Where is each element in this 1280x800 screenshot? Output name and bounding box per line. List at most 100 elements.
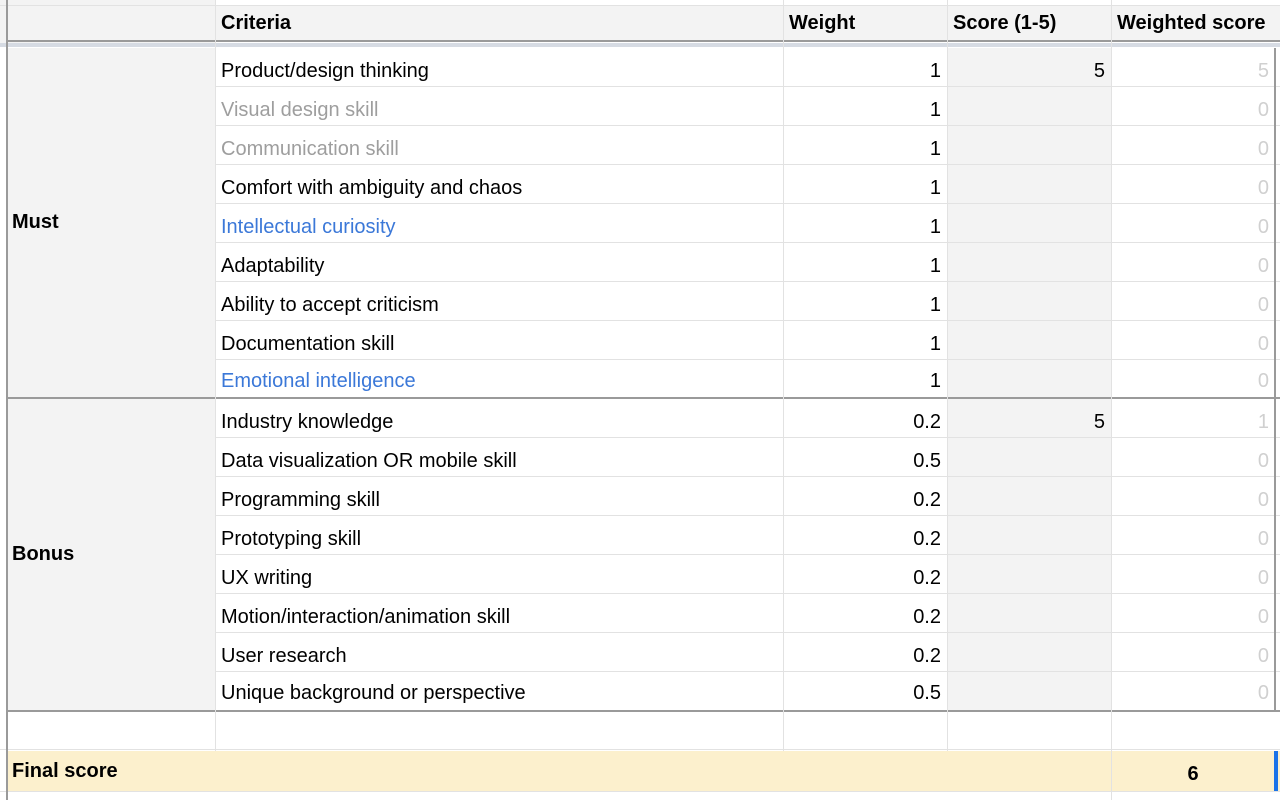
spreadsheet-grid: Criteria Weight Score (1-5) Weighted sco… <box>0 0 1280 800</box>
weight-cell[interactable]: 1 <box>783 91 947 129</box>
weight-cell[interactable]: 1 <box>783 52 947 90</box>
header-score[interactable]: Score (1-5) <box>947 6 1111 41</box>
row-gridline <box>215 437 1280 438</box>
row-gridline <box>0 749 1280 750</box>
weighted-score-cell[interactable]: 0 <box>1111 130 1275 168</box>
weight-cell[interactable]: 1 <box>783 325 947 363</box>
criteria-cell[interactable]: Visual design skill <box>215 91 783 129</box>
row-gridline <box>215 593 1280 594</box>
criteria-cell[interactable]: Emotional intelligence <box>215 362 783 400</box>
score-cell[interactable] <box>947 674 1111 712</box>
criteria-cell[interactable]: Communication skill <box>215 130 783 168</box>
score-cell[interactable] <box>947 559 1111 597</box>
row-gridline <box>215 242 1280 243</box>
column-gridline <box>1111 0 1112 800</box>
weighted-score-cell[interactable]: 5 <box>1111 52 1275 90</box>
criteria-cell[interactable]: Industry knowledge <box>215 403 783 441</box>
criteria-cell[interactable]: Programming skill <box>215 481 783 519</box>
weighted-score-cell[interactable]: 0 <box>1111 481 1275 519</box>
weight-cell[interactable]: 1 <box>783 286 947 324</box>
weight-cell[interactable]: 0.2 <box>783 481 947 519</box>
weighted-score-cell[interactable]: 0 <box>1111 442 1275 480</box>
row-gridline <box>215 320 1280 321</box>
row-gridline <box>0 5 1280 6</box>
row-gridline <box>215 632 1280 633</box>
weight-cell[interactable]: 1 <box>783 130 947 168</box>
score-cell[interactable] <box>947 598 1111 636</box>
score-cell[interactable] <box>947 325 1111 363</box>
weighted-score-cell[interactable]: 0 <box>1111 169 1275 207</box>
score-cell[interactable]: 5 <box>947 52 1111 90</box>
weight-cell[interactable]: 0.2 <box>783 559 947 597</box>
weighted-score-cell[interactable]: 0 <box>1111 208 1275 246</box>
column-gridline <box>215 0 216 751</box>
weight-cell[interactable]: 0.2 <box>783 520 947 558</box>
score-cell[interactable] <box>947 91 1111 129</box>
weighted-score-cell[interactable]: 0 <box>1111 520 1275 558</box>
header-corner-cell[interactable] <box>0 0 215 43</box>
score-cell[interactable] <box>947 208 1111 246</box>
weight-cell[interactable]: 1 <box>783 362 947 400</box>
criteria-cell[interactable]: Ability to accept criticism <box>215 286 783 324</box>
score-cell[interactable] <box>947 481 1111 519</box>
score-cell[interactable] <box>947 362 1111 400</box>
criteria-cell[interactable]: Documentation skill <box>215 325 783 363</box>
score-cell[interactable] <box>947 520 1111 558</box>
column-gridline <box>783 0 784 751</box>
row-gridline <box>215 554 1280 555</box>
header-criteria[interactable]: Criteria <box>215 6 783 41</box>
criteria-cell[interactable]: Intellectual curiosity <box>215 208 783 246</box>
score-cell[interactable] <box>947 637 1111 675</box>
weight-cell[interactable]: 1 <box>783 208 947 246</box>
weighted-score-cell[interactable]: 1 <box>1111 403 1275 441</box>
column-gridline <box>947 0 948 751</box>
weighted-score-cell[interactable]: 0 <box>1111 674 1275 712</box>
criteria-cell[interactable]: Data visualization OR mobile skill <box>215 442 783 480</box>
weighted-score-cell[interactable]: 0 <box>1111 91 1275 129</box>
row-gridline <box>0 791 1280 792</box>
weighted-score-cell[interactable]: 0 <box>1111 325 1275 363</box>
row-gridline <box>215 476 1280 477</box>
weight-cell[interactable]: 0.2 <box>783 403 947 441</box>
row-gridline <box>0 43 1280 47</box>
row-gridline <box>215 164 1280 165</box>
weight-cell[interactable]: 0.2 <box>783 637 947 675</box>
weight-cell[interactable]: 0.2 <box>783 598 947 636</box>
weighted-score-cell[interactable]: 0 <box>1111 362 1275 400</box>
selected-cell-indicator <box>1274 751 1278 791</box>
criteria-cell[interactable]: Adaptability <box>215 247 783 285</box>
header-weighted-score[interactable]: Weighted score <box>1111 6 1280 41</box>
score-cell[interactable]: 5 <box>947 403 1111 441</box>
criteria-cell[interactable]: Product/design thinking <box>215 52 783 90</box>
final-score-label[interactable]: Final score <box>6 751 406 791</box>
header-weight[interactable]: Weight <box>783 6 947 41</box>
score-cell[interactable] <box>947 286 1111 324</box>
group-label-must[interactable]: Must <box>6 48 215 397</box>
weighted-score-cell[interactable]: 0 <box>1111 637 1275 675</box>
row-gridline <box>215 281 1280 282</box>
weight-cell[interactable]: 1 <box>783 169 947 207</box>
score-cell[interactable] <box>947 442 1111 480</box>
criteria-cell[interactable]: User research <box>215 637 783 675</box>
criteria-cell[interactable]: Comfort with ambiguity and chaos <box>215 169 783 207</box>
criteria-cell[interactable]: Unique background or perspective <box>215 674 783 712</box>
group-label-bonus[interactable]: Bonus <box>6 399 215 710</box>
criteria-cell[interactable]: Motion/interaction/animation skill <box>215 598 783 636</box>
weighted-score-cell[interactable]: 0 <box>1111 247 1275 285</box>
weighted-score-cell[interactable]: 0 <box>1111 598 1275 636</box>
weight-cell[interactable]: 1 <box>783 247 947 285</box>
row-gridline <box>6 397 1280 399</box>
row-gridline <box>6 40 1280 42</box>
weighted-score-cell[interactable]: 0 <box>1111 286 1275 324</box>
weighted-score-cell[interactable]: 0 <box>1111 559 1275 597</box>
score-cell[interactable] <box>947 247 1111 285</box>
final-score-value[interactable]: 6 <box>1111 754 1275 794</box>
criteria-cell[interactable]: Prototyping skill <box>215 520 783 558</box>
row-gridline <box>215 515 1280 516</box>
weight-cell[interactable]: 0.5 <box>783 674 947 712</box>
score-cell[interactable] <box>947 169 1111 207</box>
criteria-cell[interactable]: UX writing <box>215 559 783 597</box>
row-gridline <box>215 86 1280 87</box>
weight-cell[interactable]: 0.5 <box>783 442 947 480</box>
score-cell[interactable] <box>947 130 1111 168</box>
